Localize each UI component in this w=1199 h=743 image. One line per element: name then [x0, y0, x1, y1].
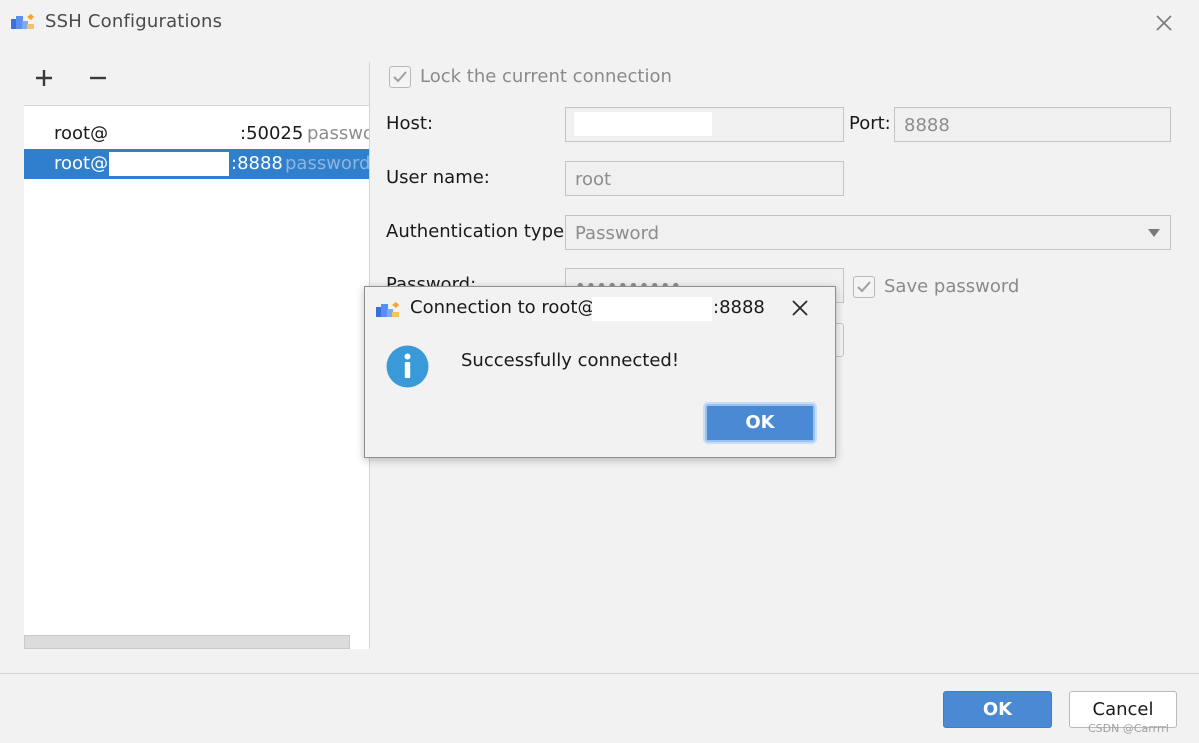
watermark: CSDN @Carrrrl [1088, 722, 1169, 735]
connection-list: root@ :50025 passwo root@ :8888 password [24, 105, 369, 649]
plus-icon [36, 70, 52, 86]
chevron-down-icon [1148, 229, 1160, 237]
check-icon [393, 71, 407, 83]
port-input[interactable]: 8888 [894, 107, 1171, 142]
connection-user: root@ [54, 123, 109, 144]
lock-connection-label: Lock the current connection [420, 66, 672, 87]
info-icon [386, 345, 429, 388]
close-icon [1156, 15, 1172, 31]
footer-divider [0, 673, 1199, 674]
close-icon [792, 300, 808, 316]
save-password-label: Save password [884, 276, 1020, 297]
window-title: SSH Configurations [45, 11, 223, 32]
app-logo-icon [11, 14, 34, 29]
connection-port: :50025 [240, 123, 304, 144]
username-input[interactable]: root [565, 161, 844, 196]
auth-type-select[interactable]: Password [565, 215, 1171, 250]
ok-button[interactable]: OK [943, 691, 1052, 728]
minus-icon [90, 76, 106, 80]
add-connection-button[interactable] [30, 64, 58, 92]
auth-type-value: Password [575, 223, 660, 244]
redacted-host [592, 297, 712, 321]
dialog-title: Connection to root@ [410, 297, 596, 318]
port-label: Port: [849, 113, 891, 134]
remove-connection-button[interactable] [84, 64, 112, 92]
username-label: User name: [386, 167, 490, 188]
dialog-ok-button[interactable]: OK [705, 404, 815, 442]
connection-port: :8888 [231, 153, 283, 174]
dialog-message: Successfully connected! [461, 350, 680, 371]
redacted-host [574, 112, 712, 136]
app-logo-icon [376, 302, 399, 317]
auth-type-label: Authentication type: [386, 221, 571, 242]
dialog-title-port: :8888 [713, 297, 765, 318]
host-input[interactable] [565, 107, 844, 142]
dialog-close-button[interactable] [789, 297, 811, 319]
window-close-button[interactable] [1152, 11, 1176, 35]
redacted-host [109, 152, 229, 176]
lock-connection-checkbox[interactable] [389, 66, 411, 88]
connection-result-dialog: Connection to root@ :8888 Successfully c… [364, 286, 836, 458]
horizontal-scrollbar[interactable] [24, 635, 350, 649]
save-password-checkbox[interactable] [853, 276, 875, 298]
list-item[interactable]: root@ :50025 passwo [24, 119, 369, 149]
titlebar: SSH Configurations [0, 0, 1199, 46]
check-icon [857, 281, 871, 293]
connection-auth: passwo [307, 123, 369, 144]
connection-user: root@ [54, 153, 109, 174]
list-item-selected[interactable]: root@ :8888 password [24, 149, 369, 179]
connection-auth: password [285, 153, 369, 174]
host-label: Host: [386, 113, 434, 134]
